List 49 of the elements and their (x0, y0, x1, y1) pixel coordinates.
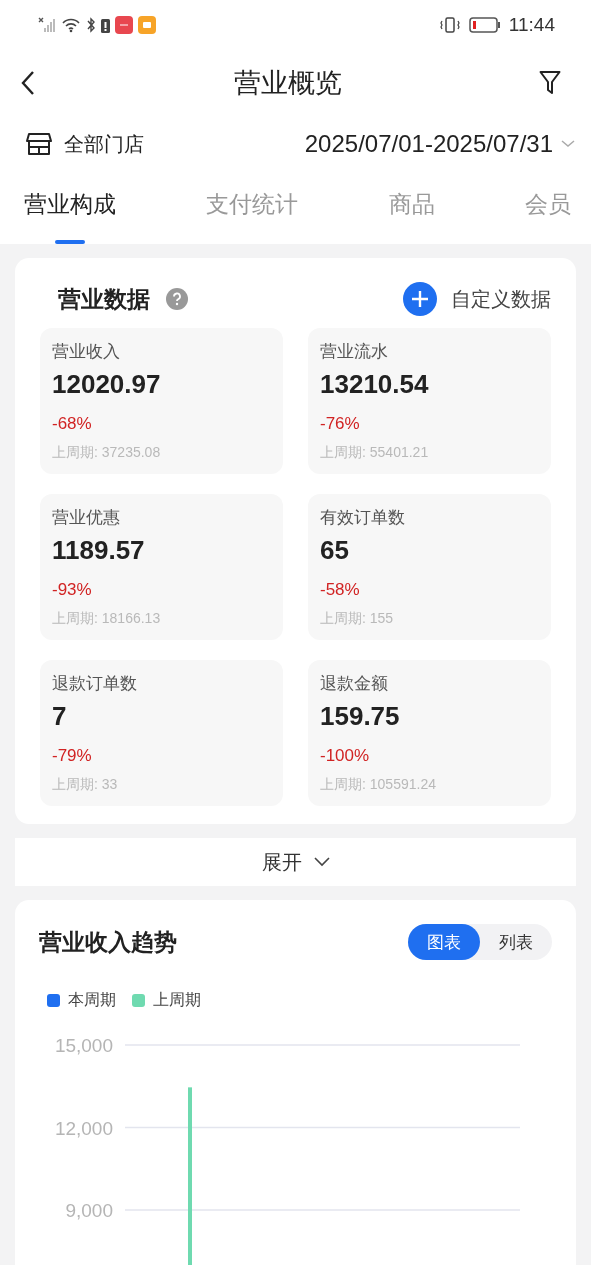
metric-change: -58% (320, 580, 360, 600)
metric-label: 营业收入 (52, 341, 120, 363)
metric-value: 159.75 (320, 701, 400, 732)
back-icon[interactable] (20, 70, 36, 96)
wifi-icon (61, 17, 81, 33)
battery-icon (468, 17, 501, 33)
date-range-selector[interactable]: 2025/07/01-2025/07/31 (304, 130, 575, 158)
store-icon (26, 131, 52, 157)
vibrate-icon (438, 17, 461, 33)
metric-value: 12020.97 (52, 369, 161, 400)
help-icon[interactable] (166, 288, 188, 310)
chevron-down-icon (561, 140, 575, 148)
metric-value: 65 (320, 535, 349, 566)
status-time: 11:44 (508, 14, 555, 36)
y-tick-label: 9,000 (65, 1200, 113, 1221)
filter-icon[interactable] (539, 70, 561, 96)
tab[interactable]: 营业构成 (24, 178, 116, 244)
legend-label: 本周期 (68, 990, 116, 1010)
app-icon (138, 16, 156, 34)
metric-value: 1189.57 (52, 535, 145, 566)
custom-data-button[interactable]: 自定义数据 (403, 282, 551, 316)
metric-value: 7 (52, 701, 67, 732)
metric-change: -68% (52, 414, 92, 434)
metric-label: 有效订单数 (320, 507, 405, 529)
section-title: 营业数据 (58, 284, 150, 314)
metric-label: 退款订单数 (52, 673, 137, 695)
view-toggle-option[interactable]: 列表 (480, 924, 552, 960)
signal-icon (38, 17, 56, 33)
metric-change: -93% (52, 580, 92, 600)
section-title: 营业收入趋势 (39, 927, 177, 957)
view-toggle-option[interactable]: 图表 (408, 924, 480, 960)
plus-icon (403, 282, 437, 316)
metric-change: -76% (320, 414, 360, 434)
metric-change: -79% (52, 746, 92, 766)
bluetooth-icon (86, 17, 96, 33)
metric-label: 营业流水 (320, 341, 388, 363)
metric-value: 13210.54 (320, 369, 429, 400)
app-icon (115, 16, 133, 34)
store-selector[interactable]: 全部门店 (26, 130, 144, 158)
y-tick-label: 12,000 (54, 1117, 113, 1139)
battery-alert-icon (101, 17, 110, 33)
y-tick-label: 15,000 (54, 1035, 113, 1056)
metric-label: 营业优惠 (52, 507, 120, 529)
expand-button[interactable]: 展开 (15, 838, 576, 886)
legend-label: 上周期 (153, 990, 201, 1010)
metric-change: -100% (320, 746, 370, 766)
page-title: 营业概览 (233, 67, 342, 100)
chevron-down-icon (313, 857, 330, 867)
metric-label: 退款金额 (320, 673, 388, 695)
